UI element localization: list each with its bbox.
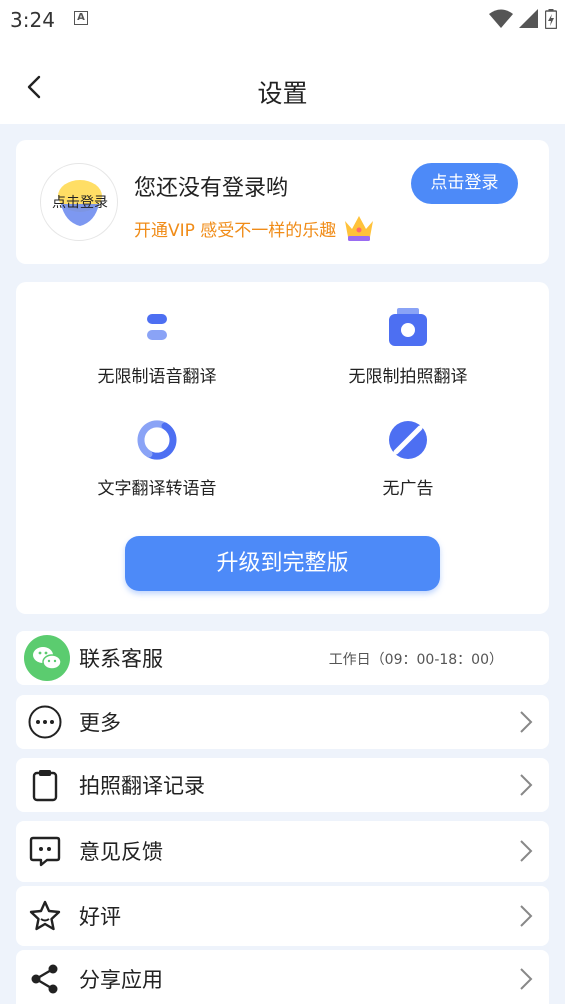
chevron-right-icon — [520, 968, 533, 990]
status-icons — [489, 8, 557, 30]
star-icon — [29, 900, 61, 931]
chevron-right-icon — [520, 905, 533, 927]
camera-translate-icon — [389, 308, 427, 346]
menu-item-rate[interactable]: 好评 — [16, 886, 549, 946]
vip-promo[interactable]: 开通VIP 感受不一样的乐趣 — [134, 213, 376, 243]
feature-label: 无广告 — [382, 479, 434, 499]
no-ads-icon — [389, 421, 427, 459]
login-status-text: 您还没有登录哟 — [134, 176, 289, 201]
menu-label: 意见反馈 — [79, 840, 163, 864]
menu-item-share[interactable]: 分享应用 — [16, 950, 549, 1004]
chevron-right-icon — [520, 840, 533, 862]
title-bar: 设置 — [0, 40, 565, 124]
menu-item-photo-history[interactable]: 拍照翻译记录 — [16, 758, 549, 812]
menu-label: 更多 — [79, 711, 121, 735]
signal-icon — [519, 9, 538, 28]
menu-label: 分享应用 — [79, 968, 163, 992]
menu-label: 联系客服 — [79, 647, 163, 671]
feature-label: 无限制语音翻译 — [97, 367, 217, 387]
battery-icon — [545, 9, 557, 29]
wifi-icon — [489, 9, 513, 28]
feature-no-ads: 无广告 — [283, 418, 533, 499]
feature-label: 无限制拍照翻译 — [348, 367, 468, 387]
status-time: 3:24 — [10, 8, 55, 32]
vip-promo-text: 开通VIP 感受不一样的乐趣 — [134, 220, 337, 241]
chevron-right-icon — [520, 774, 533, 796]
wechat-icon — [24, 635, 70, 681]
share-icon — [31, 964, 58, 994]
feature-label: 文字翻译转语音 — [97, 479, 217, 499]
upgrade-button[interactable]: 升级到完整版 — [125, 536, 440, 591]
menu-label: 好评 — [79, 905, 121, 929]
avatar[interactable]: 点击登录 — [40, 163, 118, 241]
menu-item-contact[interactable]: 联系客服 工作日（09：00-18：00） — [16, 631, 549, 685]
status-bar: 3:24 A — [0, 0, 565, 40]
more-dots-icon — [28, 705, 62, 739]
profile-card: 点击登录 您还没有登录哟 开通VIP 感受不一样的乐趣 点击登录 — [16, 140, 549, 264]
features-card: 无限制语音翻译 无限制拍照翻译 文字翻译转语音 无广告 升级到完整版 — [16, 282, 549, 614]
voice-translate-icon — [147, 314, 167, 340]
menu-label: 拍照翻译记录 — [79, 774, 205, 798]
clipboard-icon — [32, 770, 58, 802]
chevron-right-icon — [520, 711, 533, 733]
login-button[interactable]: 点击登录 — [411, 163, 518, 204]
feature-voice-translate: 无限制语音翻译 — [32, 306, 282, 387]
avatar-label: 点击登录 — [52, 195, 108, 211]
notification-icon: A — [74, 11, 88, 25]
feature-text-to-speech: 文字翻译转语音 — [32, 418, 282, 499]
feature-camera-translate: 无限制拍照翻译 — [283, 306, 533, 387]
menu-item-feedback[interactable]: 意见反馈 — [16, 821, 549, 882]
working-hours: 工作日（09：00-18：00） — [328, 652, 503, 668]
menu-item-more[interactable]: 更多 — [16, 695, 549, 749]
crown-icon — [345, 216, 374, 241]
page-title: 设置 — [257, 79, 308, 108]
feedback-chat-icon — [29, 836, 61, 867]
text-to-speech-icon — [137, 420, 177, 460]
